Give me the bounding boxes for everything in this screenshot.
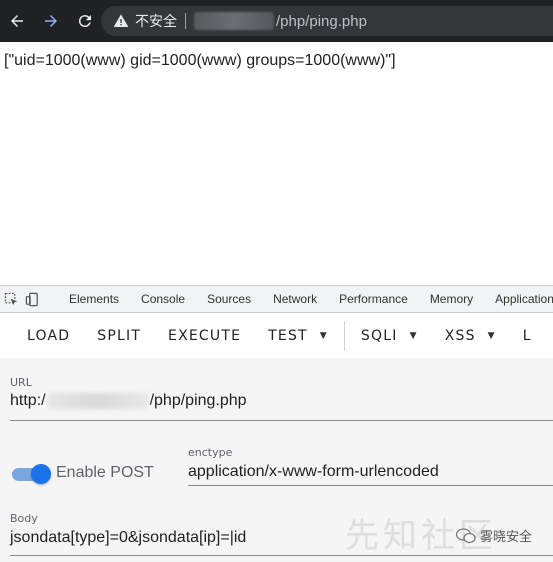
load-label: LOAD	[27, 328, 71, 344]
forward-button[interactable]	[40, 10, 62, 32]
hackbar-toolbar: LOAD SPLIT EXECUTE TEST ▼ SQLI ▼ XSS ▼ L	[0, 314, 553, 358]
xss-dropdown[interactable]: XSS ▼	[445, 328, 496, 344]
tab-elements[interactable]: Elements	[58, 286, 130, 312]
url-suffix: /php/ping.php	[149, 392, 247, 409]
url-label: URL	[10, 376, 32, 389]
execute-button[interactable]: EXECUTE	[168, 328, 241, 344]
body-underline	[10, 555, 553, 556]
url-input[interactable]: http:/ /php/ping.php	[10, 392, 247, 410]
enable-post-label[interactable]: Enable POST	[56, 464, 154, 482]
redacted-host	[47, 392, 148, 409]
enctype-label: enctype	[188, 446, 233, 459]
body-label: Body	[10, 512, 38, 525]
caret-down-icon: ▼	[487, 331, 496, 341]
watermark-text: 雾晓安全	[480, 530, 533, 545]
tab-performance[interactable]: Performance	[328, 286, 419, 312]
caret-down-icon: ▼	[319, 331, 328, 341]
inspect-element-icon[interactable]	[4, 291, 19, 307]
address-bar[interactable]: 不安全 /php/ping.php	[101, 6, 553, 36]
tab-application[interactable]: Application	[484, 286, 553, 312]
tab-network[interactable]: Network	[262, 286, 328, 312]
url-underline	[10, 420, 553, 421]
wechat-icon	[456, 527, 476, 543]
more-dropdown[interactable]: L	[523, 328, 532, 344]
reload-icon	[78, 15, 91, 28]
url-path: /php/ping.php	[276, 12, 367, 30]
back-button[interactable]	[6, 10, 28, 32]
watermark: 雾晓安全	[456, 526, 532, 545]
url-prefix: http:/	[10, 392, 46, 409]
enctype-underline	[188, 485, 553, 486]
split-label: SPLIT	[97, 328, 142, 344]
tab-console[interactable]: Console	[130, 286, 196, 312]
back-arrow-icon	[11, 15, 23, 27]
test-label: TEST	[268, 328, 308, 344]
test-dropdown[interactable]: TEST ▼	[268, 328, 328, 344]
omnibox-separator	[185, 13, 186, 29]
load-button[interactable]: LOAD	[27, 328, 70, 344]
security-label[interactable]: 不安全	[135, 11, 177, 31]
sqli-dropdown[interactable]: SQLI ▼	[361, 328, 418, 344]
more-label: L	[522, 328, 532, 344]
split-button[interactable]: SPLIT	[97, 328, 141, 344]
body-textarea[interactable]: jsondata[type]=0&jsondata[ip]=|id	[10, 529, 246, 547]
toggle-knob	[31, 464, 51, 484]
browser-toolbar: 不安全 /php/ping.php	[0, 0, 553, 42]
device-toolbar-icon[interactable]	[25, 291, 40, 307]
response-text: ["uid=1000(www) gid=1000(www) groups=100…	[4, 52, 396, 69]
reload-button[interactable]	[74, 10, 96, 32]
sqli-label: SQLI	[360, 328, 398, 344]
forward-arrow-icon	[45, 15, 57, 27]
redacted-host	[194, 12, 274, 30]
tab-memory[interactable]: Memory	[419, 286, 484, 312]
tab-sources[interactable]: Sources	[196, 286, 262, 312]
xss-label: XSS	[444, 328, 476, 344]
page: 不安全 /php/ping.php ["uid=1000(www) gid=10…	[0, 0, 553, 562]
devtools-tabbar: Elements Console Sources Network Perform…	[0, 285, 553, 313]
enctype-select[interactable]: application/x-www-form-urlencoded	[188, 463, 439, 481]
enable-post-toggle[interactable]	[12, 464, 52, 484]
warning-icon	[113, 14, 129, 27]
toolbar-divider	[343, 321, 345, 351]
caret-down-icon: ▼	[409, 331, 418, 341]
execute-label: EXECUTE	[168, 328, 242, 344]
